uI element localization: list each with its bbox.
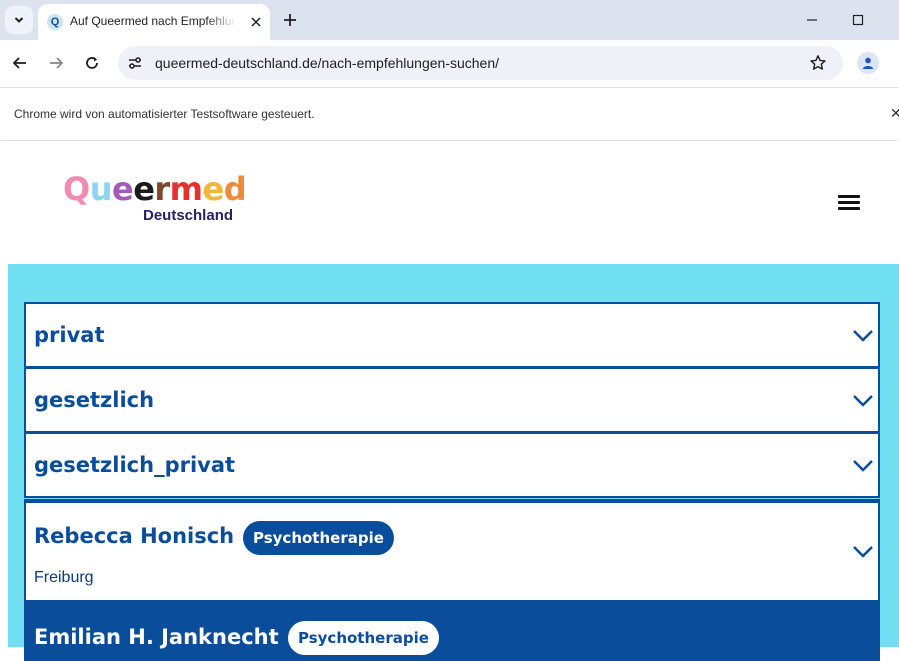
chevron-down-icon xyxy=(853,546,873,558)
logo-letter: m xyxy=(169,170,203,208)
site-info-button[interactable] xyxy=(122,50,148,76)
logo-letter: e xyxy=(111,170,134,208)
result-name: Emilian H. Janknecht xyxy=(34,625,279,649)
plus-icon xyxy=(284,14,296,26)
logo-letter: u xyxy=(89,170,113,208)
site-favicon-icon: Q xyxy=(47,14,63,30)
site-header: Queermed Deutschland xyxy=(0,141,899,263)
accordion-gesetzlich-privat[interactable]: gesetzlich_privat xyxy=(24,432,880,498)
tune-icon xyxy=(129,57,141,69)
hamburger-icon[interactable] xyxy=(838,195,860,213)
browser-toolbar: queermed-deutschland.de/nach-empfehlunge… xyxy=(0,40,899,86)
person-icon xyxy=(862,57,874,69)
chevron-down-icon xyxy=(853,330,873,342)
automation-infobar: Chrome wird von automatisierter Testsoft… xyxy=(0,87,899,140)
profile-button[interactable] xyxy=(857,52,879,74)
forward-button[interactable] xyxy=(43,50,69,76)
logo-subtitle: Deutschland xyxy=(143,207,234,224)
queermed-logo[interactable]: Queermed Deutschland xyxy=(63,169,249,229)
infobar-close-icon[interactable]: ✕ xyxy=(890,105,899,121)
accordion-title: gesetzlich_privat xyxy=(34,453,236,477)
accordion-title: gesetzlich xyxy=(34,388,155,412)
automation-notice: Chrome wird von automatisierter Testsoft… xyxy=(14,107,315,121)
category-badge: Psychotherapie xyxy=(243,521,394,555)
result-name: Rebecca Honisch xyxy=(34,524,235,548)
chevron-down-icon xyxy=(853,460,873,472)
category-badge: Psychotherapie xyxy=(288,621,439,655)
reload-button[interactable] xyxy=(79,50,105,76)
reload-icon xyxy=(86,57,98,69)
url-text[interactable]: queermed-deutschland.de/nach-empfehlunge… xyxy=(155,55,499,71)
address-bar[interactable]: queermed-deutschland.de/nach-empfehlunge… xyxy=(118,46,843,80)
logo-letter: e xyxy=(133,170,155,208)
logo-letter: Q xyxy=(63,170,90,208)
logo-letter: e xyxy=(202,170,225,208)
accordion-privat[interactable]: privat xyxy=(24,302,880,368)
close-icon xyxy=(251,17,261,27)
back-button[interactable] xyxy=(7,50,33,76)
bookmark-button[interactable] xyxy=(806,51,830,75)
accordion-gesetzlich[interactable]: gesetzlich xyxy=(24,367,880,433)
results-area: privat gesetzlich gesetzlich_privat Rebe… xyxy=(8,264,899,661)
window-maximize-button[interactable] xyxy=(843,8,873,32)
new-tab-button[interactable] xyxy=(278,8,302,32)
tab-close-button[interactable] xyxy=(244,10,268,34)
tab-search-dropdown-button[interactable] xyxy=(5,6,33,34)
star-icon xyxy=(810,55,826,70)
maximize-icon xyxy=(852,14,864,26)
arrow-right-icon xyxy=(50,57,64,69)
chevron-down-icon xyxy=(14,17,24,23)
result-card[interactable]: Rebecca Honisch Psychotherapie Freiburg xyxy=(24,499,880,602)
result-card-highlighted[interactable]: Emilian H. Janknecht Psychotherapie xyxy=(24,601,880,661)
active-tab[interactable]: Q Auf Queermed nach Empfehlungen suchen xyxy=(38,4,270,40)
tab-title-fade xyxy=(206,10,236,34)
browser-tab-strip: Q Auf Queermed nach Empfehlungen suchen xyxy=(0,0,899,40)
arrow-left-icon xyxy=(12,57,26,69)
accordion-title: privat xyxy=(34,323,105,347)
result-city: Freiburg xyxy=(34,569,94,586)
logo-wordmark: Queermed xyxy=(63,169,249,209)
logo-letter: d xyxy=(223,170,247,208)
window-minimize-button[interactable] xyxy=(797,8,827,32)
minimize-icon xyxy=(807,19,817,21)
logo-letter: r xyxy=(154,170,170,208)
chevron-down-icon xyxy=(853,395,873,407)
